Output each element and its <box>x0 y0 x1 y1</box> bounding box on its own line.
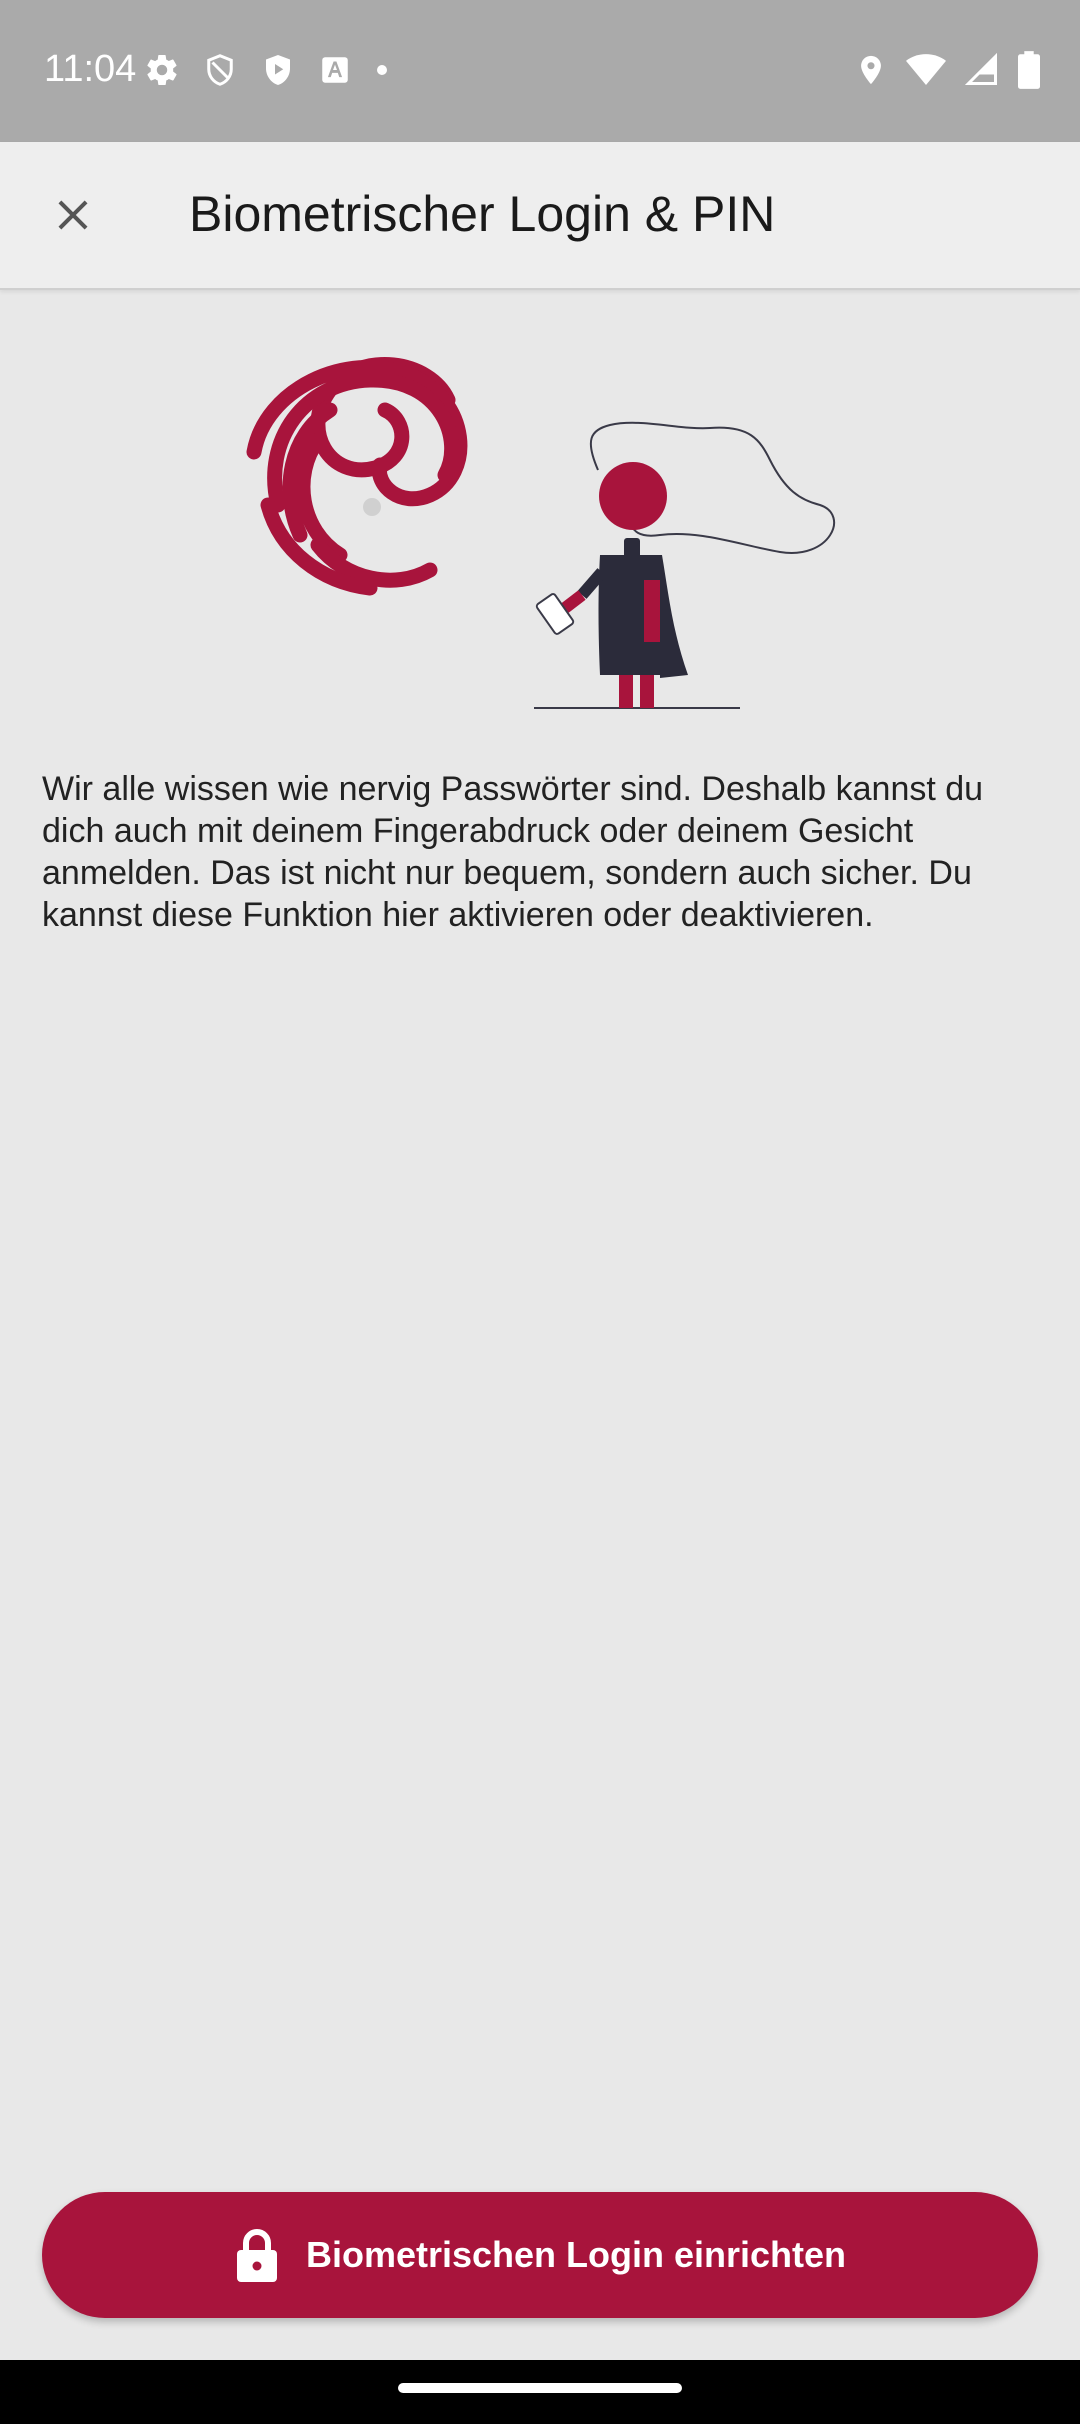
settings-icon <box>147 55 177 86</box>
person-body <box>598 555 688 678</box>
wifi-icon <box>906 54 946 85</box>
status-bar: 11:04 <box>0 0 1080 142</box>
status-icons-right <box>854 50 1040 90</box>
battery-icon <box>1018 51 1040 89</box>
close-icon <box>58 200 88 230</box>
shield-icon <box>207 54 233 86</box>
description-text: Wir alle wissen wie nervig Passwörter si… <box>42 770 984 934</box>
fingerprint-person-illustration <box>246 357 836 709</box>
navigation-bar <box>0 2360 1080 2424</box>
fingerprint-icon <box>246 357 468 596</box>
person-accent-stripe <box>644 580 660 642</box>
person-leg-left <box>619 675 633 708</box>
setup-button-label: Biometrischen Login einrichten <box>305 2234 847 2275</box>
close-button[interactable] <box>28 175 118 255</box>
page-title: Biometrischer Login & PIN <box>189 186 776 242</box>
person-hand <box>561 590 586 613</box>
play-protect-icon <box>266 55 290 85</box>
home-indicator[interactable] <box>398 2383 682 2393</box>
fingerprint-dot <box>363 498 381 516</box>
app-bar: Biometrischer Login & PIN <box>0 142 1080 290</box>
notification-dot-icon <box>377 65 387 75</box>
location-icon <box>861 55 881 85</box>
status-time: 11:04 <box>44 48 137 90</box>
cellular-signal-icon <box>964 52 997 85</box>
lock-icon <box>236 2229 277 2282</box>
person-head <box>599 462 667 530</box>
setup-biometric-login-button[interactable]: Biometrischen Login einrichten <box>42 2192 1038 2318</box>
person-leg-right <box>640 675 654 708</box>
status-icons-left <box>144 50 390 90</box>
screen: 11:04 Biometrischer Login & PIN Wir alle… <box>0 0 1080 2424</box>
font-app-icon <box>322 57 348 83</box>
